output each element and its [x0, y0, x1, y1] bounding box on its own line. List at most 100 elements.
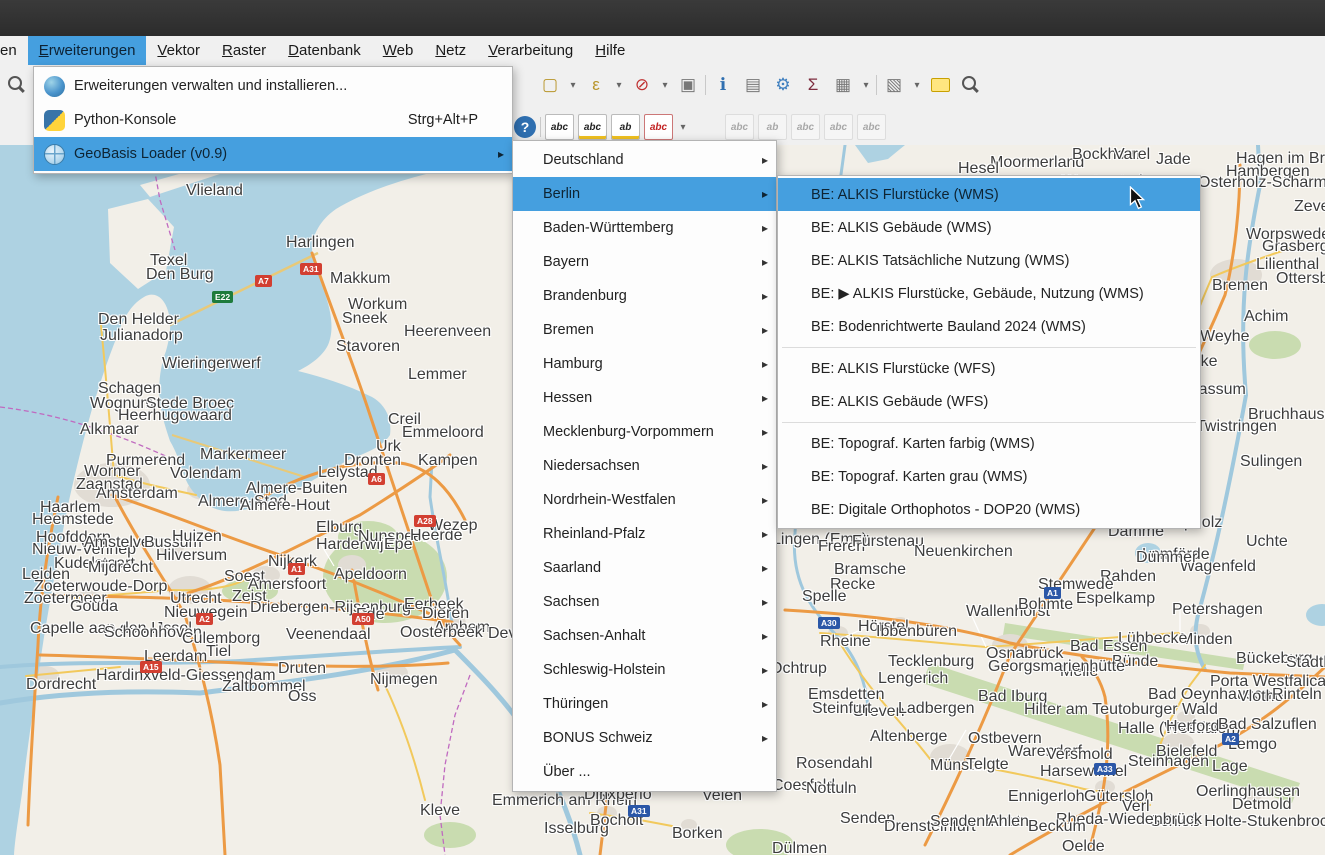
map-label: Lemmer [408, 367, 467, 383]
menubar-item[interactable]: Hilfe [584, 36, 636, 65]
berlin-layer-item[interactable]: BE: ALKIS Gebäude (WMS) ▸ [778, 211, 1200, 244]
map-label: Bielefeld [1156, 744, 1217, 760]
dropdown-arrow-icon[interactable]: ▾ [659, 72, 671, 98]
mouse-cursor [1128, 186, 1146, 215]
states-menu-item[interactable]: Schleswig-Holstein ▸ [513, 653, 776, 687]
new-print-layout-icon[interactable]: ▧ [881, 72, 907, 98]
toolbar-spacer[interactable] [693, 114, 721, 140]
states-menu-item[interactable]: Niedersachsen ▸ [513, 449, 776, 483]
states-menu-item[interactable]: Baden-Württemberg ▸ [513, 211, 776, 245]
berlin-layer-item[interactable]: BE: ▶ ALKIS Flurstücke, Gebäude, Nutzung… [778, 277, 1200, 310]
states-menu-item[interactable]: BONUS Schweiz ▸ [513, 721, 776, 755]
menubar-item[interactable]: Netz [424, 36, 477, 65]
submenu-arrow-icon: ▸ [486, 147, 504, 161]
toolbar-separator[interactable] [705, 75, 706, 95]
map-label: Oosterbeek [400, 625, 483, 641]
menubar-item[interactable]: Erweiterungen [28, 36, 147, 65]
map-tips-icon[interactable] [927, 72, 953, 98]
map-label: Druten [278, 661, 326, 677]
map-label: Lengerich [878, 671, 948, 687]
states-menu-item[interactable]: Sachsen-Anhalt ▸ [513, 619, 776, 653]
map-label: Markermeer [200, 447, 286, 463]
dropdown-arrow-icon[interactable]: ▾ [860, 72, 872, 98]
berlin-layer-item[interactable]: BE: Bodenrichtwerte Bauland 2024 (WMS) ▸ [778, 310, 1200, 343]
states-menu-item[interactable]: Hamburg ▸ [513, 347, 776, 381]
toolbar-separator[interactable] [876, 75, 877, 95]
states-menu-item[interactable]: Bremen ▸ [513, 313, 776, 347]
attribute-table-icon[interactable]: ▦ [830, 72, 856, 98]
label-disabled-icon[interactable]: abc [857, 114, 886, 140]
plugins-menu: Erweiterungen verwalten und installieren… [33, 66, 513, 174]
select-features-icon[interactable]: ▢ [537, 72, 563, 98]
menubar-item[interactable]: Web [372, 36, 425, 65]
identify-features-icon[interactable]: ℹ [710, 72, 736, 98]
map-label: Dülmen [772, 841, 827, 855]
berlin-layer-item[interactable]: BE: ALKIS Gebäude (WFS) ▸ [778, 385, 1200, 418]
states-menu-item[interactable]: Saarland ▸ [513, 551, 776, 585]
label-disabled-icon[interactable]: abc [791, 114, 820, 140]
menubar-item[interactable]: Datenbank [277, 36, 372, 65]
map-label: Ladbergen [898, 701, 975, 717]
dropdown-arrow-icon[interactable]: ▾ [677, 114, 689, 140]
map-label: Kleve [420, 803, 460, 819]
map-label: Worpswede [1246, 227, 1325, 243]
processing-toolbox-icon[interactable]: ⚙ [770, 72, 796, 98]
road-badge: A1 [1044, 587, 1061, 599]
menu-item-python-console[interactable]: Python-Konsole Strg+Alt+P [34, 103, 512, 137]
deselect-icon[interactable]: ⊘ [629, 72, 655, 98]
states-menu-item[interactable]: Rheinland-Pfalz ▸ [513, 517, 776, 551]
toolbar-separator[interactable] [540, 117, 541, 137]
sum-statistics-icon[interactable]: Σ [800, 72, 826, 98]
dropdown-arrow-icon[interactable]: ▾ [567, 72, 579, 98]
label-highlight-icon[interactable]: ab [611, 114, 640, 140]
map-label: Emmeloord [402, 425, 484, 441]
berlin-layer-item[interactable]: BE: ALKIS Flurstücke (WFS) ▸ [778, 352, 1200, 385]
states-menu-item[interactable]: Hessen ▸ [513, 381, 776, 415]
states-menu-item[interactable]: Thüringen ▸ [513, 687, 776, 721]
states-menu-item[interactable]: Mecklenburg-Vorpommern ▸ [513, 415, 776, 449]
select-by-location-icon[interactable]: ▣ [675, 72, 701, 98]
dropdown-arrow-icon[interactable]: ▾ [911, 72, 923, 98]
map-label: Zeven [1294, 199, 1325, 215]
road-badge: A33 [1094, 763, 1116, 775]
zoom-icon[interactable] [3, 72, 29, 98]
map-label: Rinteln [1272, 687, 1322, 703]
statistics-panel-icon[interactable]: ▤ [740, 72, 766, 98]
submenu-arrow-icon: ▸ [750, 391, 768, 405]
menu-item-manage-plugins[interactable]: Erweiterungen verwalten und installieren… [34, 69, 512, 103]
zoom-to-selection-icon[interactable] [957, 72, 983, 98]
label-pin-icon[interactable]: abc [578, 114, 607, 140]
submenu-arrow-icon: ▸ [750, 153, 768, 167]
map-label: Borken [672, 826, 723, 842]
map-label: Telgte [966, 757, 1009, 773]
states-menu-item[interactable]: Berlin ▸ [513, 177, 776, 211]
select-by-expression-icon[interactable]: ε [583, 72, 609, 98]
states-menu-item[interactable]: Brandenburg ▸ [513, 279, 776, 313]
states-menu-item[interactable]: Deutschland ▸ [513, 143, 776, 177]
submenu-arrow-icon: ▸ [750, 731, 768, 745]
map-label: Heemstede [32, 512, 114, 528]
states-menu-item[interactable]: Über ... ▸ [513, 755, 776, 789]
states-menu-item[interactable]: Sachsen ▸ [513, 585, 776, 619]
berlin-layer-item[interactable]: BE: ALKIS Tatsächliche Nutzung (WMS) ▸ [778, 244, 1200, 277]
states-menu-item[interactable]: Bayern ▸ [513, 245, 776, 279]
dropdown-arrow-icon[interactable]: ▾ [613, 72, 625, 98]
help-icon[interactable]: ? [514, 116, 536, 138]
berlin-layer-item[interactable]: BE: Digitale Orthophotos - DOP20 (WMS) ▸ [778, 493, 1200, 526]
label-disabled-icon[interactable]: abc [824, 114, 853, 140]
berlin-layer-item[interactable]: BE: Topograf. Karten farbig (WMS) ▸ [778, 427, 1200, 460]
menubar-item[interactable]: Raster [211, 36, 277, 65]
menubar-item[interactable]: Vektor [146, 36, 211, 65]
menubar-item[interactable]: Verarbeitung [477, 36, 584, 65]
menu-item-geobasis-loader[interactable]: GeoBasis Loader (v0.9) ▸ [34, 137, 512, 171]
label-disabled-icon[interactable]: abc [725, 114, 754, 140]
berlin-layer-item[interactable]: BE: Topograf. Karten grau (WMS) ▸ [778, 460, 1200, 493]
toolbar-left-group [3, 72, 29, 98]
states-menu-item[interactable]: Nordrhein-Westfalen ▸ [513, 483, 776, 517]
map-label: Huizen [172, 529, 222, 545]
label-toolbar-icon[interactable]: abc [545, 114, 574, 140]
label-rule-icon[interactable]: abc [644, 114, 673, 140]
menubar-item[interactable]: en [0, 36, 28, 65]
road-badge: A28 [414, 515, 436, 527]
label-disabled-icon[interactable]: ab [758, 114, 787, 140]
